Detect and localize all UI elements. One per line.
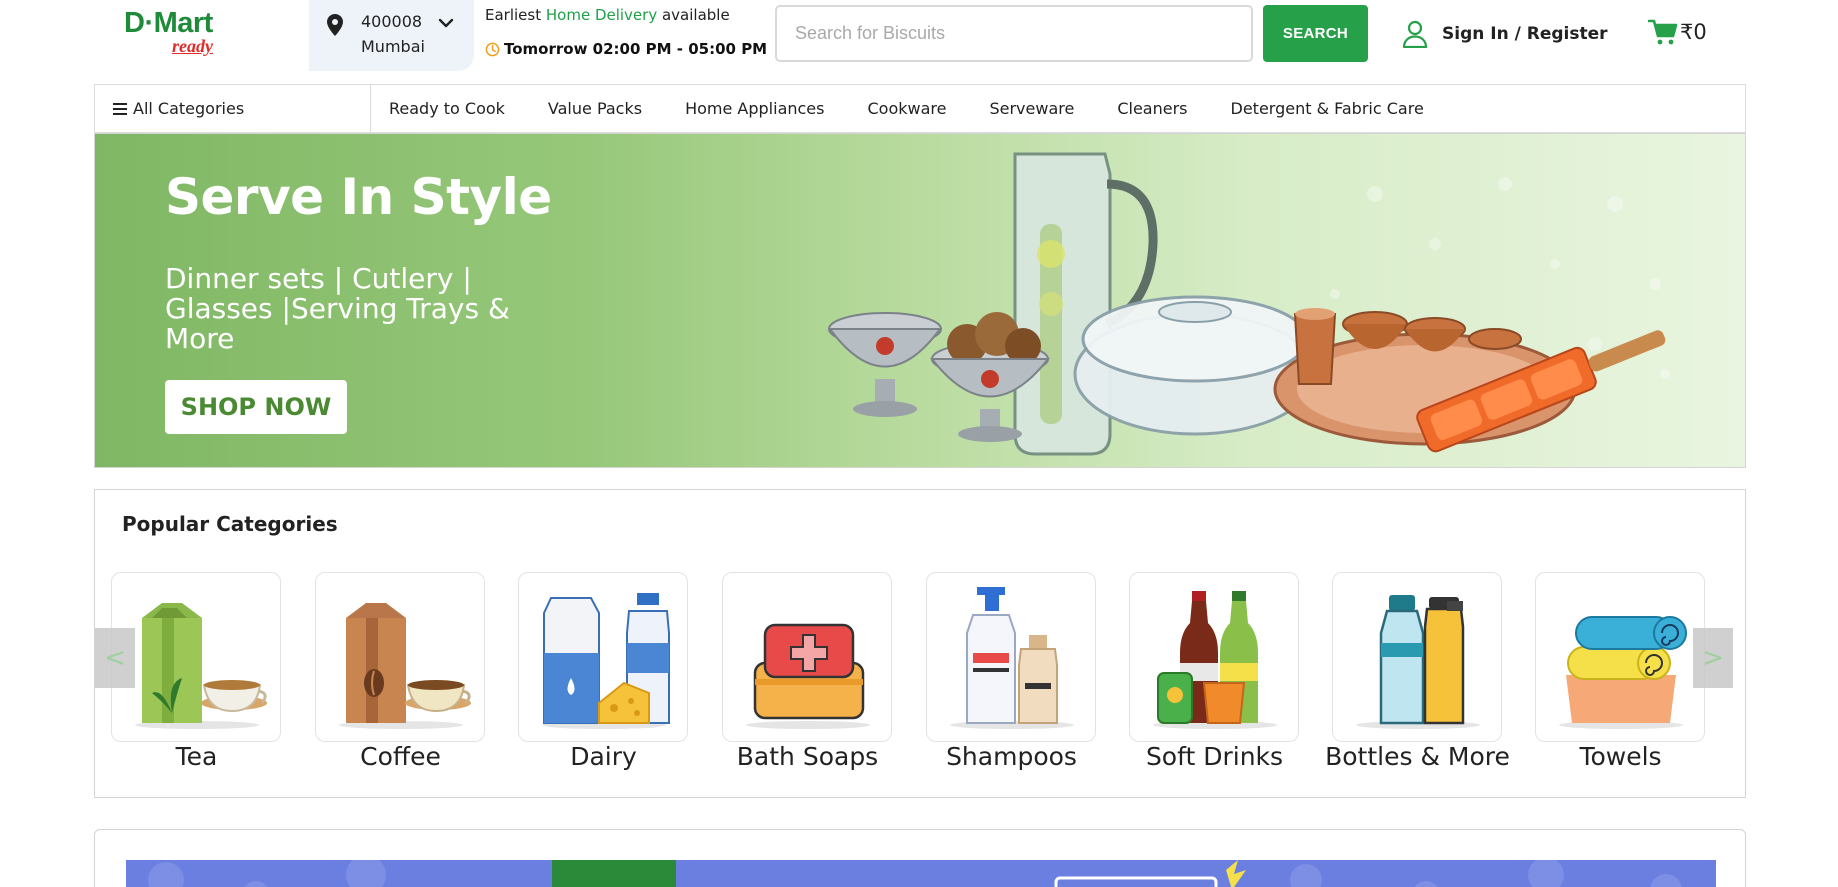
city-name: Mumbai <box>361 37 425 56</box>
banner-subtitle: Dinner sets | Cutlery | Glasses |Serving… <box>165 262 510 355</box>
category-label-bottles-more[interactable]: Bottles & More <box>1316 742 1519 771</box>
delivery-slot: Tomorrow 02:00 PM - 05:00 PM <box>485 40 767 58</box>
cart-total: ₹0 <box>1680 20 1707 44</box>
pincode: 400008 <box>361 12 423 31</box>
delivery-prefix: Earliest <box>485 6 546 24</box>
hero-banner[interactable]: Serve In Style Dinner sets | Cutlery | G… <box>94 133 1746 468</box>
category-card-bath-soaps[interactable] <box>722 572 892 742</box>
location-pin-icon <box>327 14 343 36</box>
category-card-dairy[interactable] <box>518 572 688 742</box>
secondary-promo-banner[interactable] <box>94 829 1746 887</box>
shop-now-button[interactable]: SHOP NOW <box>165 380 347 434</box>
category-label-dairy[interactable]: Dairy <box>502 742 705 771</box>
nav-item-home-appliances[interactable]: Home Appliances <box>685 99 824 118</box>
towels-icon <box>1559 616 1687 729</box>
clock-icon <box>485 42 500 56</box>
category-card-bottles-more[interactable] <box>1332 572 1502 742</box>
category-label-coffee[interactable]: Coffee <box>299 742 502 771</box>
category-card-soft-drinks[interactable] <box>1129 572 1299 742</box>
category-card-towels[interactable] <box>1535 572 1705 742</box>
all-categories-label: All Categories <box>133 99 245 118</box>
nav-item-cookware[interactable]: Cookware <box>867 99 946 118</box>
nav-item-serveware[interactable]: Serveware <box>989 99 1074 118</box>
user-icon <box>1402 20 1428 48</box>
site-header: D·Mart ready 400008 Mumbai Earliest Home… <box>0 0 1838 80</box>
logo-subtitle: ready <box>172 36 213 56</box>
nav-item-detergent-fabric-care[interactable]: Detergent & Fabric Care <box>1231 99 1424 118</box>
serveware-product-image <box>828 152 1670 456</box>
bottles-icon <box>1356 595 1480 729</box>
carousel-next-button[interactable]: > <box>1693 628 1733 688</box>
dessert-bowl-1 <box>828 312 942 417</box>
cart-icon <box>1648 19 1678 45</box>
search-input[interactable] <box>777 7 1251 60</box>
search-button[interactable]: SEARCH <box>1263 5 1368 62</box>
category-card-coffee[interactable] <box>315 572 485 742</box>
coffee-icon <box>339 603 471 729</box>
delivery-slot-text: Tomorrow 02:00 PM - 05:00 PM <box>504 40 768 58</box>
promo-decoration <box>148 855 1682 887</box>
dairy-icon <box>542 593 670 729</box>
soap-icon <box>746 623 870 729</box>
sign-in-register-link[interactable]: Sign In / Register <box>1402 20 1608 48</box>
hamburger-menu-icon <box>113 102 127 115</box>
nav-item-ready-to-cook[interactable]: Ready to Cook <box>389 99 505 118</box>
nav-item-value-packs[interactable]: Value Packs <box>548 99 642 118</box>
logo-wordmark: D·Mart <box>124 7 213 39</box>
tea-icon <box>135 603 267 729</box>
nav-item-cleaners[interactable]: Cleaners <box>1117 99 1187 118</box>
cart-button[interactable]: ₹0 <box>1648 18 1707 46</box>
delivery-info: Earliest Home Delivery available <box>485 6 730 24</box>
banner-title: Serve In Style <box>165 168 552 226</box>
popular-categories-section: Popular Categories Tea Coffee Dairy Bath… <box>94 489 1746 798</box>
search-box <box>775 5 1253 62</box>
shampoo-icon <box>950 587 1074 729</box>
promo-banner-image <box>126 855 1716 887</box>
delivery-highlight: Home Delivery <box>545 6 658 24</box>
category-card-shampoos[interactable] <box>926 572 1096 742</box>
soft-drinks-icon <box>1153 591 1277 729</box>
chevron-down-icon[interactable] <box>437 14 455 32</box>
location-selector[interactable]: 400008 Mumbai <box>309 0 474 71</box>
carousel-prev-button[interactable]: < <box>95 628 135 688</box>
category-label-soft-drinks[interactable]: Soft Drinks <box>1113 742 1316 771</box>
sign-in-label: Sign In / Register <box>1442 24 1608 44</box>
category-label-shampoos[interactable]: Shampoos <box>910 742 1113 771</box>
category-label-tea[interactable]: Tea <box>95 742 298 771</box>
category-label-towels[interactable]: Towels <box>1519 742 1722 771</box>
popular-categories-title: Popular Categories <box>122 512 338 536</box>
nav-items: Ready to Cook Value Packs Home Appliance… <box>371 99 1424 118</box>
all-categories-menu[interactable]: All Categories <box>95 85 371 132</box>
dmart-ready-logo[interactable]: D·Mart ready <box>124 8 244 58</box>
category-nav: All Categories Ready to Cook Value Packs… <box>94 84 1746 133</box>
category-label-bath-soaps[interactable]: Bath Soaps <box>706 742 909 771</box>
category-card-tea[interactable] <box>111 572 281 742</box>
delivery-suffix: available <box>657 6 730 24</box>
